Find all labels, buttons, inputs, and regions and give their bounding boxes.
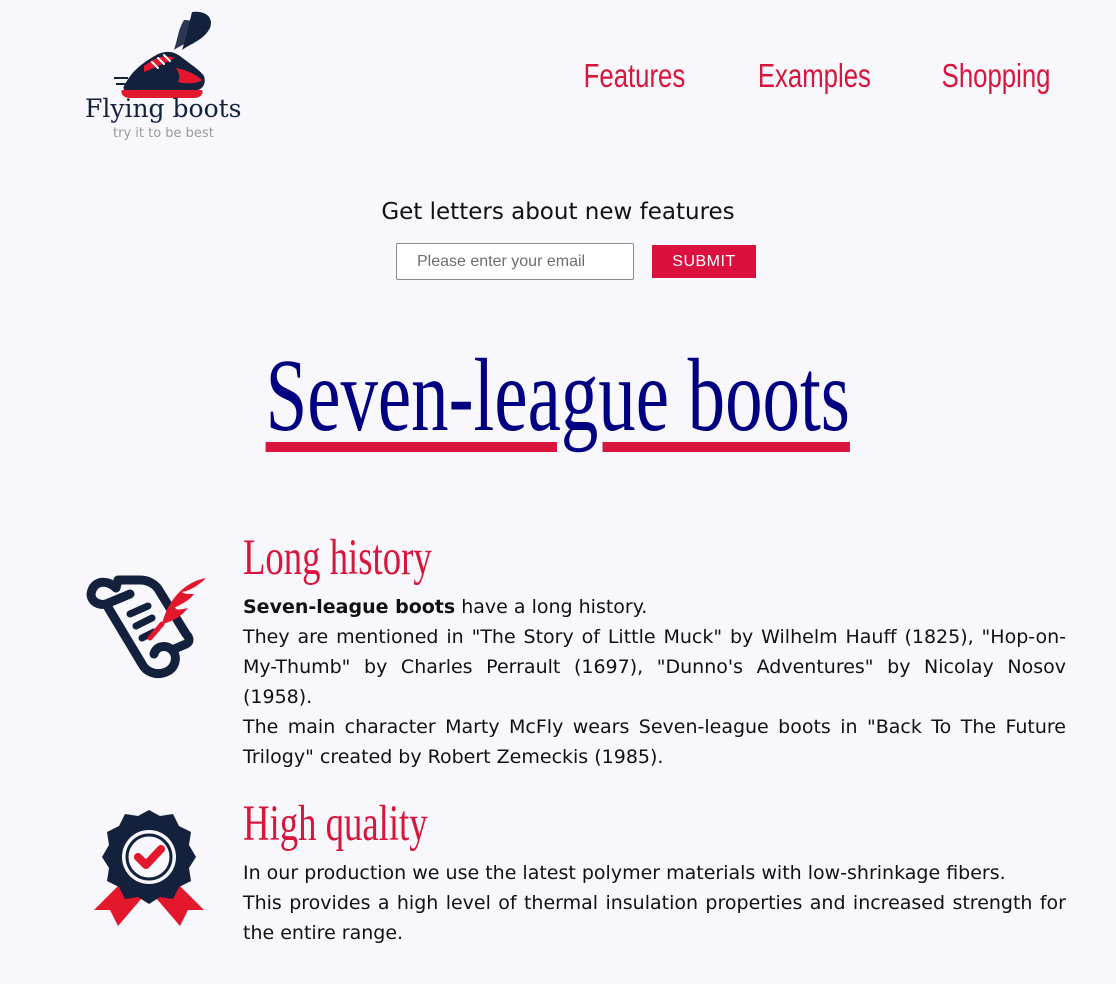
feature-text: In our production we use the latest poly… bbox=[243, 858, 1066, 948]
quality-badge-icon bbox=[94, 810, 204, 926]
feature-intro-rest: have a long history. bbox=[455, 596, 648, 618]
feature-intro: Seven-league boots have a long history. bbox=[243, 592, 1066, 622]
page-title-container: Seven-league boots bbox=[0, 336, 1116, 456]
feature-content: High quality In our production we use th… bbox=[243, 796, 1066, 948]
submit-button[interactable]: SUBMIT bbox=[652, 245, 756, 278]
feature-intro-bold: Seven-league boots bbox=[243, 596, 456, 618]
scroll-quill-icon bbox=[86, 575, 206, 679]
logo[interactable]: Flying boots try it to be best bbox=[78, 8, 258, 153]
subscribe-title: Get letters about new features bbox=[381, 199, 735, 225]
feature-line: They are mentioned in "The Story of Litt… bbox=[243, 626, 1066, 708]
nav-link-examples[interactable]: Examples bbox=[758, 54, 871, 98]
feature-line: The main character Marty McFly wears Sev… bbox=[243, 716, 1066, 768]
winged-shoe-icon bbox=[114, 11, 212, 98]
feature-line: This provides a high level of thermal in… bbox=[243, 892, 1066, 944]
nav-link-shopping[interactable]: Shopping bbox=[941, 54, 1050, 98]
brand-name: Flying boots bbox=[85, 94, 242, 123]
main-nav: Features Examples Shopping bbox=[555, 54, 1050, 98]
email-input[interactable] bbox=[396, 243, 634, 280]
feature-heading: High quality bbox=[243, 796, 428, 852]
nav-link-features[interactable]: Features bbox=[584, 54, 686, 98]
feature-line: In our production we use the latest poly… bbox=[243, 862, 1006, 884]
feature-content: Long history Seven-league boots have a l… bbox=[243, 530, 1066, 772]
feature-text: Seven-league boots have a long history. … bbox=[243, 592, 1066, 772]
brand-tagline: try it to be best bbox=[113, 126, 214, 141]
page-title: Seven-league boots bbox=[265, 338, 851, 453]
feature-heading: Long history bbox=[243, 530, 432, 586]
